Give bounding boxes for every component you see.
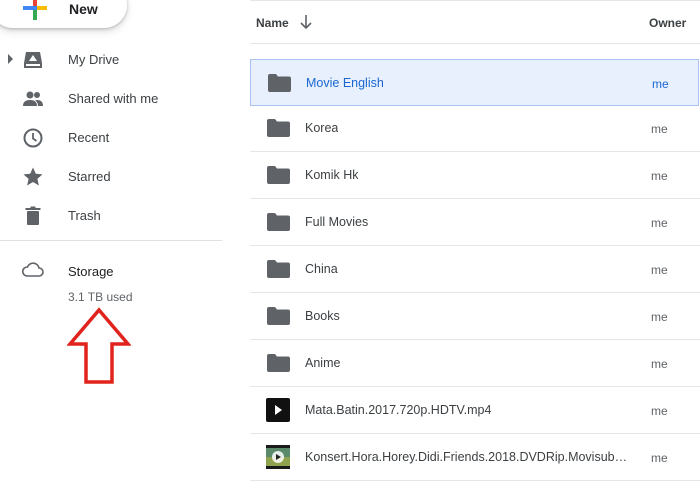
- file-owner: me: [651, 122, 668, 136]
- header-divider: [250, 43, 700, 44]
- file-name: Movie English: [306, 76, 384, 90]
- file-row-konsert[interactable]: Konsert.Hora.Horey.Didi.Friends.2018.DVD…: [250, 434, 700, 481]
- red-up-arrow-annotation: [67, 307, 131, 384]
- folder-icon: [268, 74, 291, 92]
- sidebar-item-my-drive[interactable]: My Drive: [0, 40, 240, 79]
- file-owner: me: [651, 310, 668, 324]
- file-owner: me: [651, 404, 668, 418]
- sidebar-item-label: Starred: [68, 169, 111, 184]
- file-owner: me: [652, 77, 669, 91]
- sidebar-item-trash[interactable]: Trash: [0, 196, 240, 235]
- file-name: Komik Hk: [305, 168, 359, 182]
- video-thumbnail-icon: [266, 445, 290, 469]
- sidebar-divider: [0, 240, 222, 241]
- sidebar-item-label: Recent: [68, 130, 110, 145]
- file-name: Konsert.Hora.Horey.Didi.Friends.2018.DVD…: [305, 450, 635, 464]
- shared-people-icon: [23, 91, 43, 106]
- sidebar-item-label: Shared with me: [68, 91, 159, 106]
- file-name: Anime: [305, 356, 341, 370]
- file-owner: me: [651, 451, 668, 465]
- file-row-books[interactable]: Books me: [250, 293, 700, 340]
- new-button[interactable]: New: [0, 0, 127, 28]
- folder-icon: [267, 260, 290, 278]
- list-top-divider: [250, 0, 700, 1]
- file-owner: me: [651, 169, 668, 183]
- my-drive-icon: [24, 52, 42, 68]
- new-button-label: New: [69, 1, 98, 17]
- file-row-full-movies[interactable]: Full Movies me: [250, 199, 700, 246]
- file-row-korea[interactable]: Korea me: [250, 105, 700, 152]
- file-owner: me: [651, 357, 668, 371]
- sidebar-item-recent[interactable]: Recent: [0, 118, 240, 157]
- sidebar-item-shared-with-me[interactable]: Shared with me: [0, 79, 240, 118]
- clock-icon: [23, 128, 43, 148]
- file-row-movie-english[interactable]: Movie English me: [250, 59, 699, 106]
- file-row-mata-batin[interactable]: Mata.Batin.2017.720p.HDTV.mp4 me: [250, 387, 700, 434]
- sidebar-item-label: Trash: [68, 208, 101, 223]
- folder-icon: [267, 213, 290, 231]
- column-header-owner[interactable]: Owner: [649, 16, 686, 30]
- file-name: Mata.Batin.2017.720p.HDTV.mp4: [305, 403, 492, 417]
- file-owner: me: [651, 263, 668, 277]
- file-name: Korea: [305, 121, 339, 135]
- column-header-name[interactable]: Name: [256, 16, 289, 30]
- sidebar-item-starred[interactable]: Starred: [0, 157, 240, 196]
- file-name: Full Movies: [305, 215, 369, 229]
- video-file-icon: [266, 398, 290, 422]
- folder-icon: [267, 166, 290, 184]
- star-icon: [23, 167, 43, 186]
- file-name: China: [305, 262, 338, 276]
- file-name: Books: [305, 309, 340, 323]
- file-owner: me: [651, 216, 668, 230]
- folder-icon: [267, 119, 290, 137]
- folder-icon: [267, 307, 290, 325]
- sidebar-item-label: My Drive: [68, 52, 120, 67]
- expand-arrow-icon[interactable]: [8, 54, 13, 64]
- file-row-komik-hk[interactable]: Komik Hk me: [250, 152, 700, 199]
- storage-title[interactable]: Storage: [68, 264, 114, 279]
- sort-arrow-down-icon[interactable]: [299, 13, 313, 31]
- trash-icon: [25, 206, 41, 225]
- file-row-china[interactable]: China me: [250, 246, 700, 293]
- file-row-anime[interactable]: Anime me: [250, 340, 700, 387]
- storage-used: 3.1 TB used: [68, 290, 133, 304]
- plus-icon: [23, 0, 47, 20]
- cloud-icon[interactable]: [21, 259, 45, 279]
- folder-icon: [267, 354, 290, 372]
